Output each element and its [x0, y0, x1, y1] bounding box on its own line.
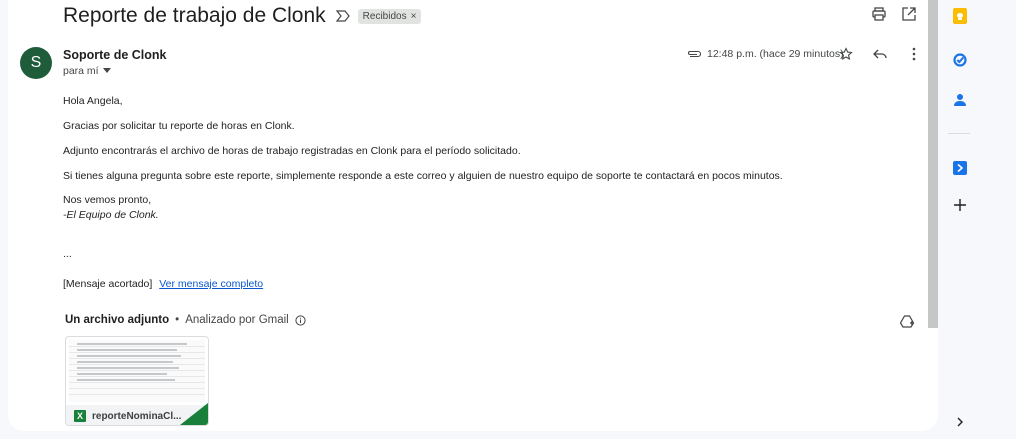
- file-type-corner: [180, 403, 208, 425]
- keep-icon[interactable]: [952, 8, 968, 24]
- attachments-header: Un archivo adjunto • Analizado por Gmail: [65, 314, 306, 326]
- excel-file-icon: X: [74, 410, 86, 422]
- contacts-icon[interactable]: [952, 92, 968, 108]
- email-subject: Reporte de trabajo de Clonk: [63, 4, 326, 27]
- preview-gridline: [69, 388, 205, 389]
- preview-row: [77, 379, 175, 381]
- body-line-1: Gracias por solicitar tu reporte de hora…: [63, 120, 295, 132]
- scanned-by-gmail: Analizado por Gmail: [185, 314, 289, 326]
- add-icon[interactable]: [952, 197, 968, 213]
- preview-gridline: [69, 376, 205, 377]
- sender-name[interactable]: Soporte de Clonk: [63, 48, 166, 62]
- preview-row: [77, 361, 173, 363]
- add-to-drive-icon[interactable]: [899, 314, 915, 333]
- attachment-card[interactable]: X reporteNominaCl...: [65, 336, 209, 426]
- body-closing: Nos vemos pronto,: [63, 194, 152, 206]
- view-full-message-link[interactable]: Ver mensaje completo: [159, 278, 263, 290]
- message-meta: 12:48 p.m. (hace 29 minutos): [687, 48, 844, 60]
- preview-gridline: [69, 370, 205, 371]
- paperclip-icon: [688, 50, 701, 58]
- preview-header-row: [77, 343, 187, 345]
- preview-gridline: [69, 382, 205, 383]
- preview-row: [77, 367, 179, 369]
- chevron-right-icon[interactable]: [952, 414, 968, 430]
- trimmed-notice: [Mensaje acortado] Ver mensaje completo: [63, 277, 263, 291]
- side-divider: [948, 133, 970, 134]
- body-greeting: Hola Angela,: [63, 95, 123, 107]
- recipient-text: para mí: [63, 65, 99, 77]
- star-icon[interactable]: [838, 46, 854, 62]
- extension-icon[interactable]: [952, 160, 968, 176]
- thread-actions: [871, 6, 917, 22]
- message-time: 12:48 p.m. (hace 29 minutos): [707, 48, 844, 60]
- body-ellipsis: ...: [63, 248, 72, 260]
- preview-gridline: [69, 352, 205, 353]
- avatar[interactable]: S: [20, 47, 52, 79]
- side-panel: [944, 0, 974, 439]
- attachments-title: Un archivo adjunto: [65, 314, 170, 326]
- body-signature: -El Equipo de Clonk.: [63, 209, 159, 221]
- chevron-down-icon: [102, 68, 111, 73]
- avatar-initial: S: [30, 54, 42, 71]
- preview-gridline: [69, 358, 205, 359]
- label-chip-text: Recibidos: [362, 10, 407, 22]
- message-actions: [838, 46, 922, 62]
- label-important-icon[interactable]: [335, 9, 350, 23]
- info-icon[interactable]: [295, 314, 306, 326]
- recipient-details[interactable]: para mí: [63, 65, 111, 77]
- more-vert-icon[interactable]: [906, 46, 922, 62]
- subject-row: Reporte de trabajo de Clonk Recibidos ×: [63, 4, 422, 28]
- attachment-file-name: reporteNominaCl...: [92, 410, 182, 422]
- body-line-2: Adjunto encontrarás el archivo de horas …: [63, 145, 521, 157]
- spreadsheet-preview: [69, 340, 205, 402]
- printer-icon[interactable]: [871, 6, 887, 22]
- open-in-new-window-icon[interactable]: [901, 6, 917, 22]
- attachments-separator: •: [175, 314, 180, 326]
- preview-row: [77, 355, 181, 357]
- tasks-icon[interactable]: [952, 52, 968, 68]
- remove-label-button[interactable]: ×: [411, 11, 417, 22]
- reply-icon[interactable]: [872, 46, 888, 62]
- email-view: Reporte de trabajo de Clonk Recibidos × …: [8, 0, 938, 431]
- label-chip-inbox[interactable]: Recibidos ×: [357, 8, 422, 24]
- preview-gridline: [69, 346, 205, 347]
- preview-row: [77, 373, 167, 375]
- preview-gridline: [69, 364, 205, 365]
- body-line-3: Si tienes alguna pregunta sobre este rep…: [63, 170, 783, 182]
- preview-gridline: [69, 394, 205, 395]
- scrollbar[interactable]: [928, 0, 938, 328]
- preview-row: [77, 349, 177, 351]
- trimmed-label: [Mensaje acortado]: [63, 278, 153, 290]
